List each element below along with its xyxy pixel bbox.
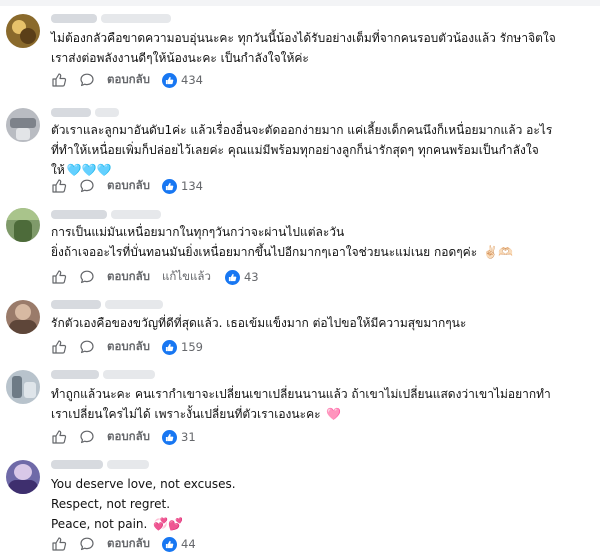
comment-item: ไม่ต้องกลัวคือขาดความอบอุ่นนะคะ ทุกวันนี… [0, 0, 600, 92]
like-reaction-icon [162, 339, 177, 355]
comment-icon[interactable] [79, 72, 95, 88]
like-icon[interactable] [51, 269, 67, 285]
like-reaction-icon [224, 269, 240, 285]
reaction-count[interactable]: 31 [181, 430, 196, 444]
comment-text-body: การเป็นแม่มันเหนื่อยมากในทุกๆวันกว่าจะผ่… [51, 225, 478, 259]
redacted-author-name[interactable] [51, 108, 91, 117]
comment-text-body: You deserve love, not excuses. Respect, … [51, 477, 236, 531]
comment-text-body: ตัวเราและลูกมาอันดับ1ค่ะ แล้วเรื่องอื่นจ… [51, 123, 553, 177]
comment-actions: ตอบกลับ แก้ไขแล้ว 43 [51, 268, 259, 286]
comment-icon[interactable] [79, 178, 95, 194]
edited-label: แก้ไขแล้ว [162, 269, 211, 283]
comment-actions: ตอบกลับ 44 [51, 535, 196, 553]
avatar[interactable] [6, 460, 40, 494]
redacted-author-name-part [105, 300, 163, 309]
reply-button[interactable]: ตอบกลับ [107, 338, 150, 356]
comment-icon[interactable] [79, 429, 95, 445]
redacted-author-name-part [107, 460, 149, 469]
redacted-author-name-part [103, 370, 155, 379]
redacted-author-name[interactable] [51, 460, 103, 469]
avatar[interactable] [6, 108, 40, 142]
comment-text: รักตัวเองคือของขวัญที่ดีที่สุดแล้ว. เธอเ… [51, 316, 467, 330]
comment-text: ทำถูกแล้วนะคะ คนเรากำเขาจะเปลี่ยนเขาเปลี… [51, 384, 591, 424]
comment-actions: ตอบกลับ 31 [51, 428, 196, 446]
like-icon[interactable] [51, 178, 67, 194]
like-reaction-icon [162, 536, 177, 552]
reaction-count[interactable]: 43 [244, 270, 259, 284]
comment-item: รักตัวเองคือของขวัญที่ดีที่สุดแล้ว. เธอเ… [0, 294, 600, 362]
like-reaction-icon [162, 72, 177, 88]
like-reaction-icon [162, 178, 177, 194]
comment-icon[interactable] [79, 339, 95, 355]
like-icon[interactable] [51, 339, 67, 355]
like-icon[interactable] [51, 536, 67, 552]
redacted-author-name[interactable] [51, 14, 97, 23]
redacted-author-name[interactable] [51, 210, 107, 219]
reply-button[interactable]: ตอบกลับ [107, 268, 150, 286]
avatar[interactable] [6, 370, 40, 404]
like-icon[interactable] [51, 72, 67, 88]
heart-emoji: 🩷 [326, 407, 342, 421]
hands-emoji: ✌🏻🫶🏻 [483, 245, 513, 259]
reply-button[interactable]: ตอบกลับ [107, 428, 150, 446]
redacted-author-name[interactable] [51, 300, 101, 309]
comment-actions: ตอบกลับ 159 [51, 338, 203, 356]
redacted-author-name[interactable] [51, 370, 99, 379]
like-reaction-icon [162, 429, 177, 445]
heart-emoji: 💞💕 [153, 517, 184, 531]
reply-button[interactable]: ตอบกลับ [107, 535, 150, 553]
comment-item: ทำถูกแล้วนะคะ คนเรากำเขาจะเปลี่ยนเขาเปลี… [0, 362, 600, 452]
comment-icon[interactable] [79, 536, 95, 552]
comment-text: You deserve love, not excuses. Respect, … [51, 474, 591, 534]
comment-thread: ไม่ต้องกลัวคือขาดความอบอุ่นนะคะ ทุกวันนี… [0, 0, 600, 555]
comment-actions: ตอบกลับ 134 [51, 177, 203, 195]
redacted-author-name-part [111, 210, 161, 219]
avatar[interactable] [6, 208, 40, 242]
comment-item: การเป็นแม่มันเหนื่อยมากในทุกๆวันกว่าจะผ่… [0, 202, 600, 294]
reaction-count[interactable]: 434 [181, 73, 203, 87]
reaction-count[interactable]: 159 [181, 340, 203, 354]
redacted-author-name-part [101, 14, 171, 23]
reply-button[interactable]: ตอบกลับ [107, 177, 150, 195]
comment-icon[interactable] [79, 269, 95, 285]
comment-actions: ตอบกลับ 434 [51, 71, 203, 89]
comment-text: ตัวเราและลูกมาอันดับ1ค่ะ แล้วเรื่องอื่นจ… [51, 120, 591, 180]
redacted-author-name-part [95, 108, 119, 117]
reaction-count[interactable]: 44 [181, 537, 196, 551]
comment-text-body: ทำถูกแล้วนะคะ คนเรากำเขาจะเปลี่ยนเขาเปลี… [51, 387, 551, 421]
reply-button[interactable]: ตอบกลับ [107, 71, 150, 89]
comment-item: ตัวเราและลูกมาอันดับ1ค่ะ แล้วเรื่องอื่นจ… [0, 92, 600, 202]
avatar[interactable] [6, 14, 40, 48]
avatar[interactable] [6, 300, 40, 334]
like-icon[interactable] [51, 429, 67, 445]
heart-emoji: 🩵🩵🩵 [66, 163, 112, 177]
comment-text: ไม่ต้องกลัวคือขาดความอบอุ่นนะคะ ทุกวันนี… [51, 31, 556, 65]
comment-text: การเป็นแม่มันเหนื่อยมากในทุกๆวันกว่าจะผ่… [51, 222, 591, 262]
reaction-count[interactable]: 134 [181, 179, 203, 193]
comment-item: You deserve love, not excuses. Respect, … [0, 452, 600, 555]
